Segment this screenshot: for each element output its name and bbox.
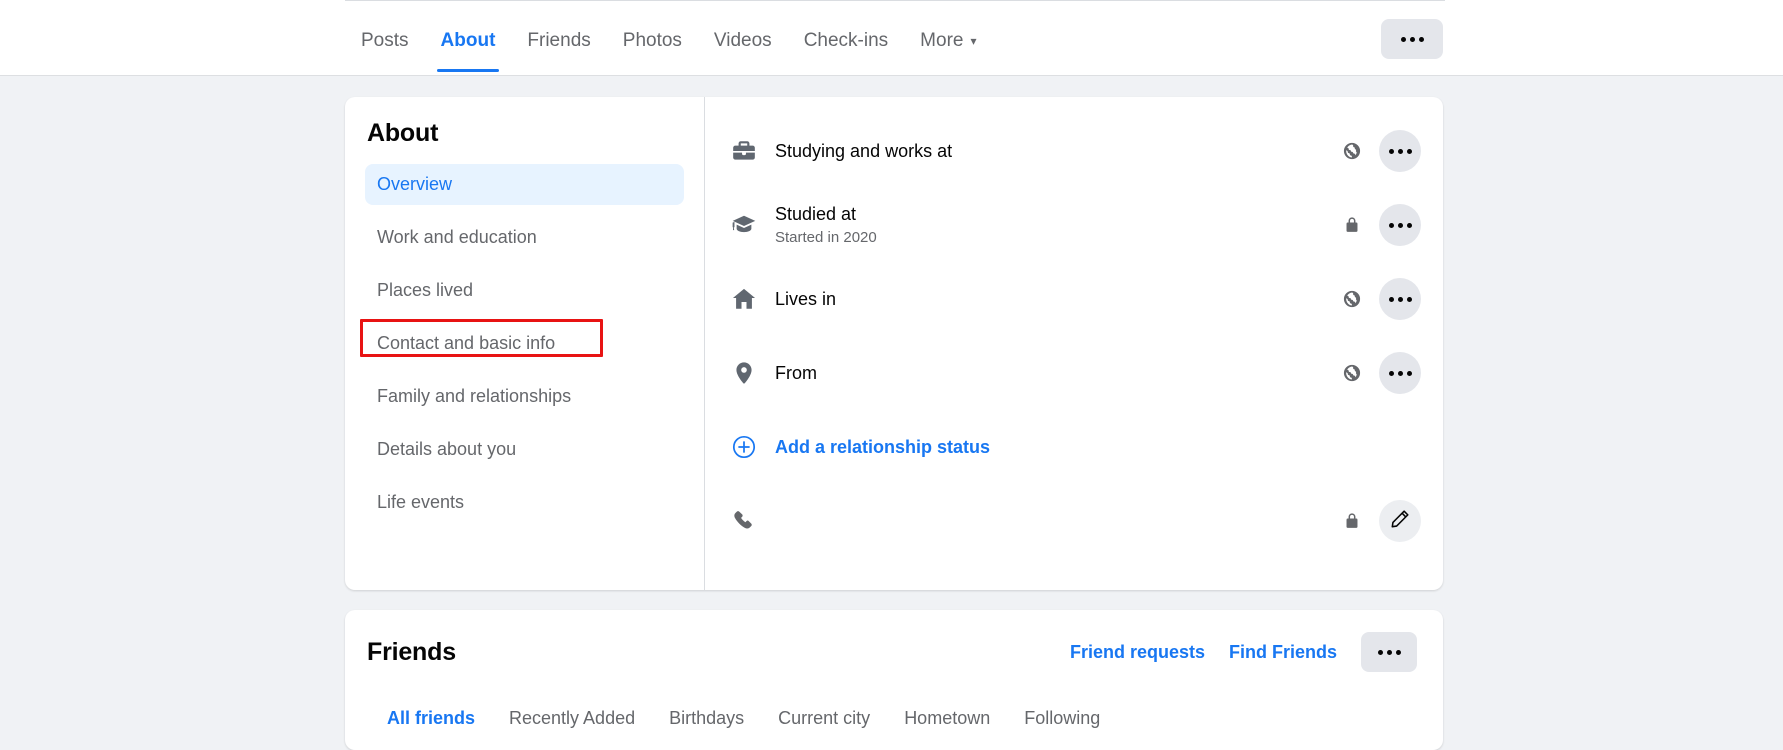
friends-tab-current-city[interactable]: Current city	[778, 708, 870, 729]
profile-more-button[interactable]	[1381, 19, 1443, 59]
friends-header-actions: Friend requests Find Friends	[1070, 632, 1417, 672]
friends-tab-all-friends[interactable]: All friends	[387, 708, 475, 729]
nav-divider	[345, 0, 1445, 1]
friends-tabs: All friends Recently Added Birthdays Curren…	[367, 708, 1417, 729]
about-menu-item-contact-and-basic-info[interactable]: Contact and basic info	[360, 319, 684, 364]
more-options-icon	[1388, 370, 1412, 376]
profile-nav-inner: Posts About Friends Photos Videos Check-ins Mo…	[345, 0, 1783, 75]
about-info-row: Studied at Started in 2020	[723, 193, 1421, 257]
nav-tab-posts[interactable]: Posts	[345, 14, 425, 72]
profile-nav-bar: Posts About Friends Photos Videos Check-ins Mo…	[0, 0, 1783, 76]
nav-tab-label: About	[440, 30, 496, 51]
briefcase-icon	[723, 138, 765, 164]
location-pin-icon	[723, 360, 765, 386]
friends-card: Friends Friend requests Find Friends All…	[345, 610, 1443, 750]
more-options-icon	[1388, 148, 1412, 154]
about-menu-item-label: Details about you	[377, 439, 517, 459]
about-info-actions	[1341, 352, 1421, 394]
about-info-text: Add a relationship status	[765, 436, 1421, 459]
plus-circle-icon[interactable]	[723, 434, 765, 460]
about-info-primary: From	[775, 362, 817, 383]
about-info-primary: Studied at	[775, 203, 857, 224]
friends-tab-hometown[interactable]: Hometown	[904, 708, 990, 729]
about-details-panel: Studying and works at Studied at Started i…	[705, 97, 1443, 590]
nav-tab-about[interactable]: About	[425, 14, 512, 72]
about-info-actions	[1341, 130, 1421, 172]
nav-tab-label: Friends	[527, 30, 591, 51]
about-row-edit-button[interactable]	[1379, 500, 1421, 542]
about-info-row: Add a relationship status	[723, 415, 1421, 479]
about-info-actions	[1341, 500, 1421, 542]
about-row-more-button[interactable]	[1379, 130, 1421, 172]
about-menu: Overview Work and education Places lived Co…	[360, 164, 684, 523]
about-info-primary: Lives in	[775, 288, 837, 309]
about-menu-item-label: Life events	[377, 492, 465, 512]
nav-tab-more[interactable]: More ▾	[904, 14, 992, 72]
about-row-more-button[interactable]	[1379, 352, 1421, 394]
nav-tab-videos[interactable]: Videos	[698, 14, 788, 72]
about-info-actions	[1341, 278, 1421, 320]
about-info-row: From	[723, 341, 1421, 405]
more-options-icon	[1377, 649, 1401, 655]
nav-tab-label: Videos	[713, 30, 772, 51]
more-options-icon	[1388, 296, 1412, 302]
profile-tabs: Posts About Friends Photos Videos Check-ins Mo…	[345, 14, 993, 72]
find-friends-link[interactable]: Find Friends	[1229, 642, 1337, 663]
phone-icon	[723, 508, 765, 534]
about-card: About Overview Work and education Places l…	[345, 97, 1443, 590]
about-menu-item-label: Contact and basic info	[377, 333, 556, 353]
about-info-text: Studying and works at	[765, 140, 1341, 163]
about-menu-item-family-and-relationships[interactable]: Family and relationships	[365, 376, 684, 417]
about-info-row	[723, 489, 1421, 553]
nav-tab-photos[interactable]: Photos	[607, 14, 698, 72]
about-info-primary: Studying and works at	[775, 140, 953, 161]
about-row-more-button[interactable]	[1379, 204, 1421, 246]
lock-icon	[1341, 214, 1363, 236]
about-info-rows: Studying and works at Studied at Started i…	[723, 119, 1421, 553]
about-info-text: From	[765, 362, 1341, 385]
about-heading: About	[367, 119, 439, 147]
about-menu-item-life-events[interactable]: Life events	[365, 482, 684, 523]
nav-tab-label: Posts	[361, 30, 409, 51]
chevron-down-icon: ▾	[970, 34, 977, 48]
nav-tab-check-ins[interactable]: Check-ins	[788, 14, 904, 72]
about-menu-item-label: Work and education	[377, 227, 537, 247]
home-icon	[723, 286, 765, 312]
nav-tab-label: Photos	[622, 30, 682, 51]
nav-tab-label: More	[920, 30, 964, 52]
friends-more-button[interactable]	[1361, 632, 1417, 672]
globe-icon	[1341, 362, 1363, 384]
about-menu-item-details-about-you[interactable]: Details about you	[365, 429, 684, 470]
about-row-more-button[interactable]	[1379, 278, 1421, 320]
about-info-text: Studied at Started in 2020	[765, 203, 1341, 248]
about-menu-item-label: Overview	[377, 174, 453, 194]
graduation-cap-icon	[723, 212, 765, 238]
about-menu-item-work-and-education[interactable]: Work and education	[365, 217, 684, 258]
about-info-row: Studying and works at	[723, 119, 1421, 183]
about-info-row: Lives in	[723, 267, 1421, 331]
friend-requests-link[interactable]: Friend requests	[1070, 642, 1205, 663]
friends-header: Friends Friend requests Find Friends	[367, 632, 1417, 672]
friends-tab-birthdays[interactable]: Birthdays	[669, 708, 744, 729]
friends-heading: Friends	[367, 637, 456, 666]
globe-icon	[1341, 288, 1363, 310]
add-relationship-status-link[interactable]: Add a relationship status	[775, 436, 1421, 459]
nav-tab-friends[interactable]: Friends	[511, 14, 606, 72]
pencil-icon	[1389, 508, 1411, 535]
more-options-icon	[1400, 36, 1424, 42]
lock-icon	[1341, 510, 1363, 532]
about-info-text: Lives in	[765, 288, 1341, 311]
nav-tab-label: Check-ins	[803, 30, 889, 51]
about-info-secondary: Started in 2020	[775, 228, 877, 246]
friends-tab-recently-added[interactable]: Recently Added	[509, 708, 635, 729]
about-menu-item-overview[interactable]: Overview	[365, 164, 684, 205]
about-info-actions	[1341, 204, 1421, 246]
about-menu-item-places-lived[interactable]: Places lived	[365, 270, 684, 311]
about-sidebar: About Overview Work and education Places l…	[345, 97, 705, 590]
friends-tab-following[interactable]: Following	[1024, 708, 1100, 729]
about-menu-item-label: Family and relationships	[377, 386, 572, 406]
more-options-icon	[1388, 222, 1412, 228]
globe-icon	[1341, 140, 1363, 162]
about-menu-item-label: Places lived	[377, 280, 474, 300]
